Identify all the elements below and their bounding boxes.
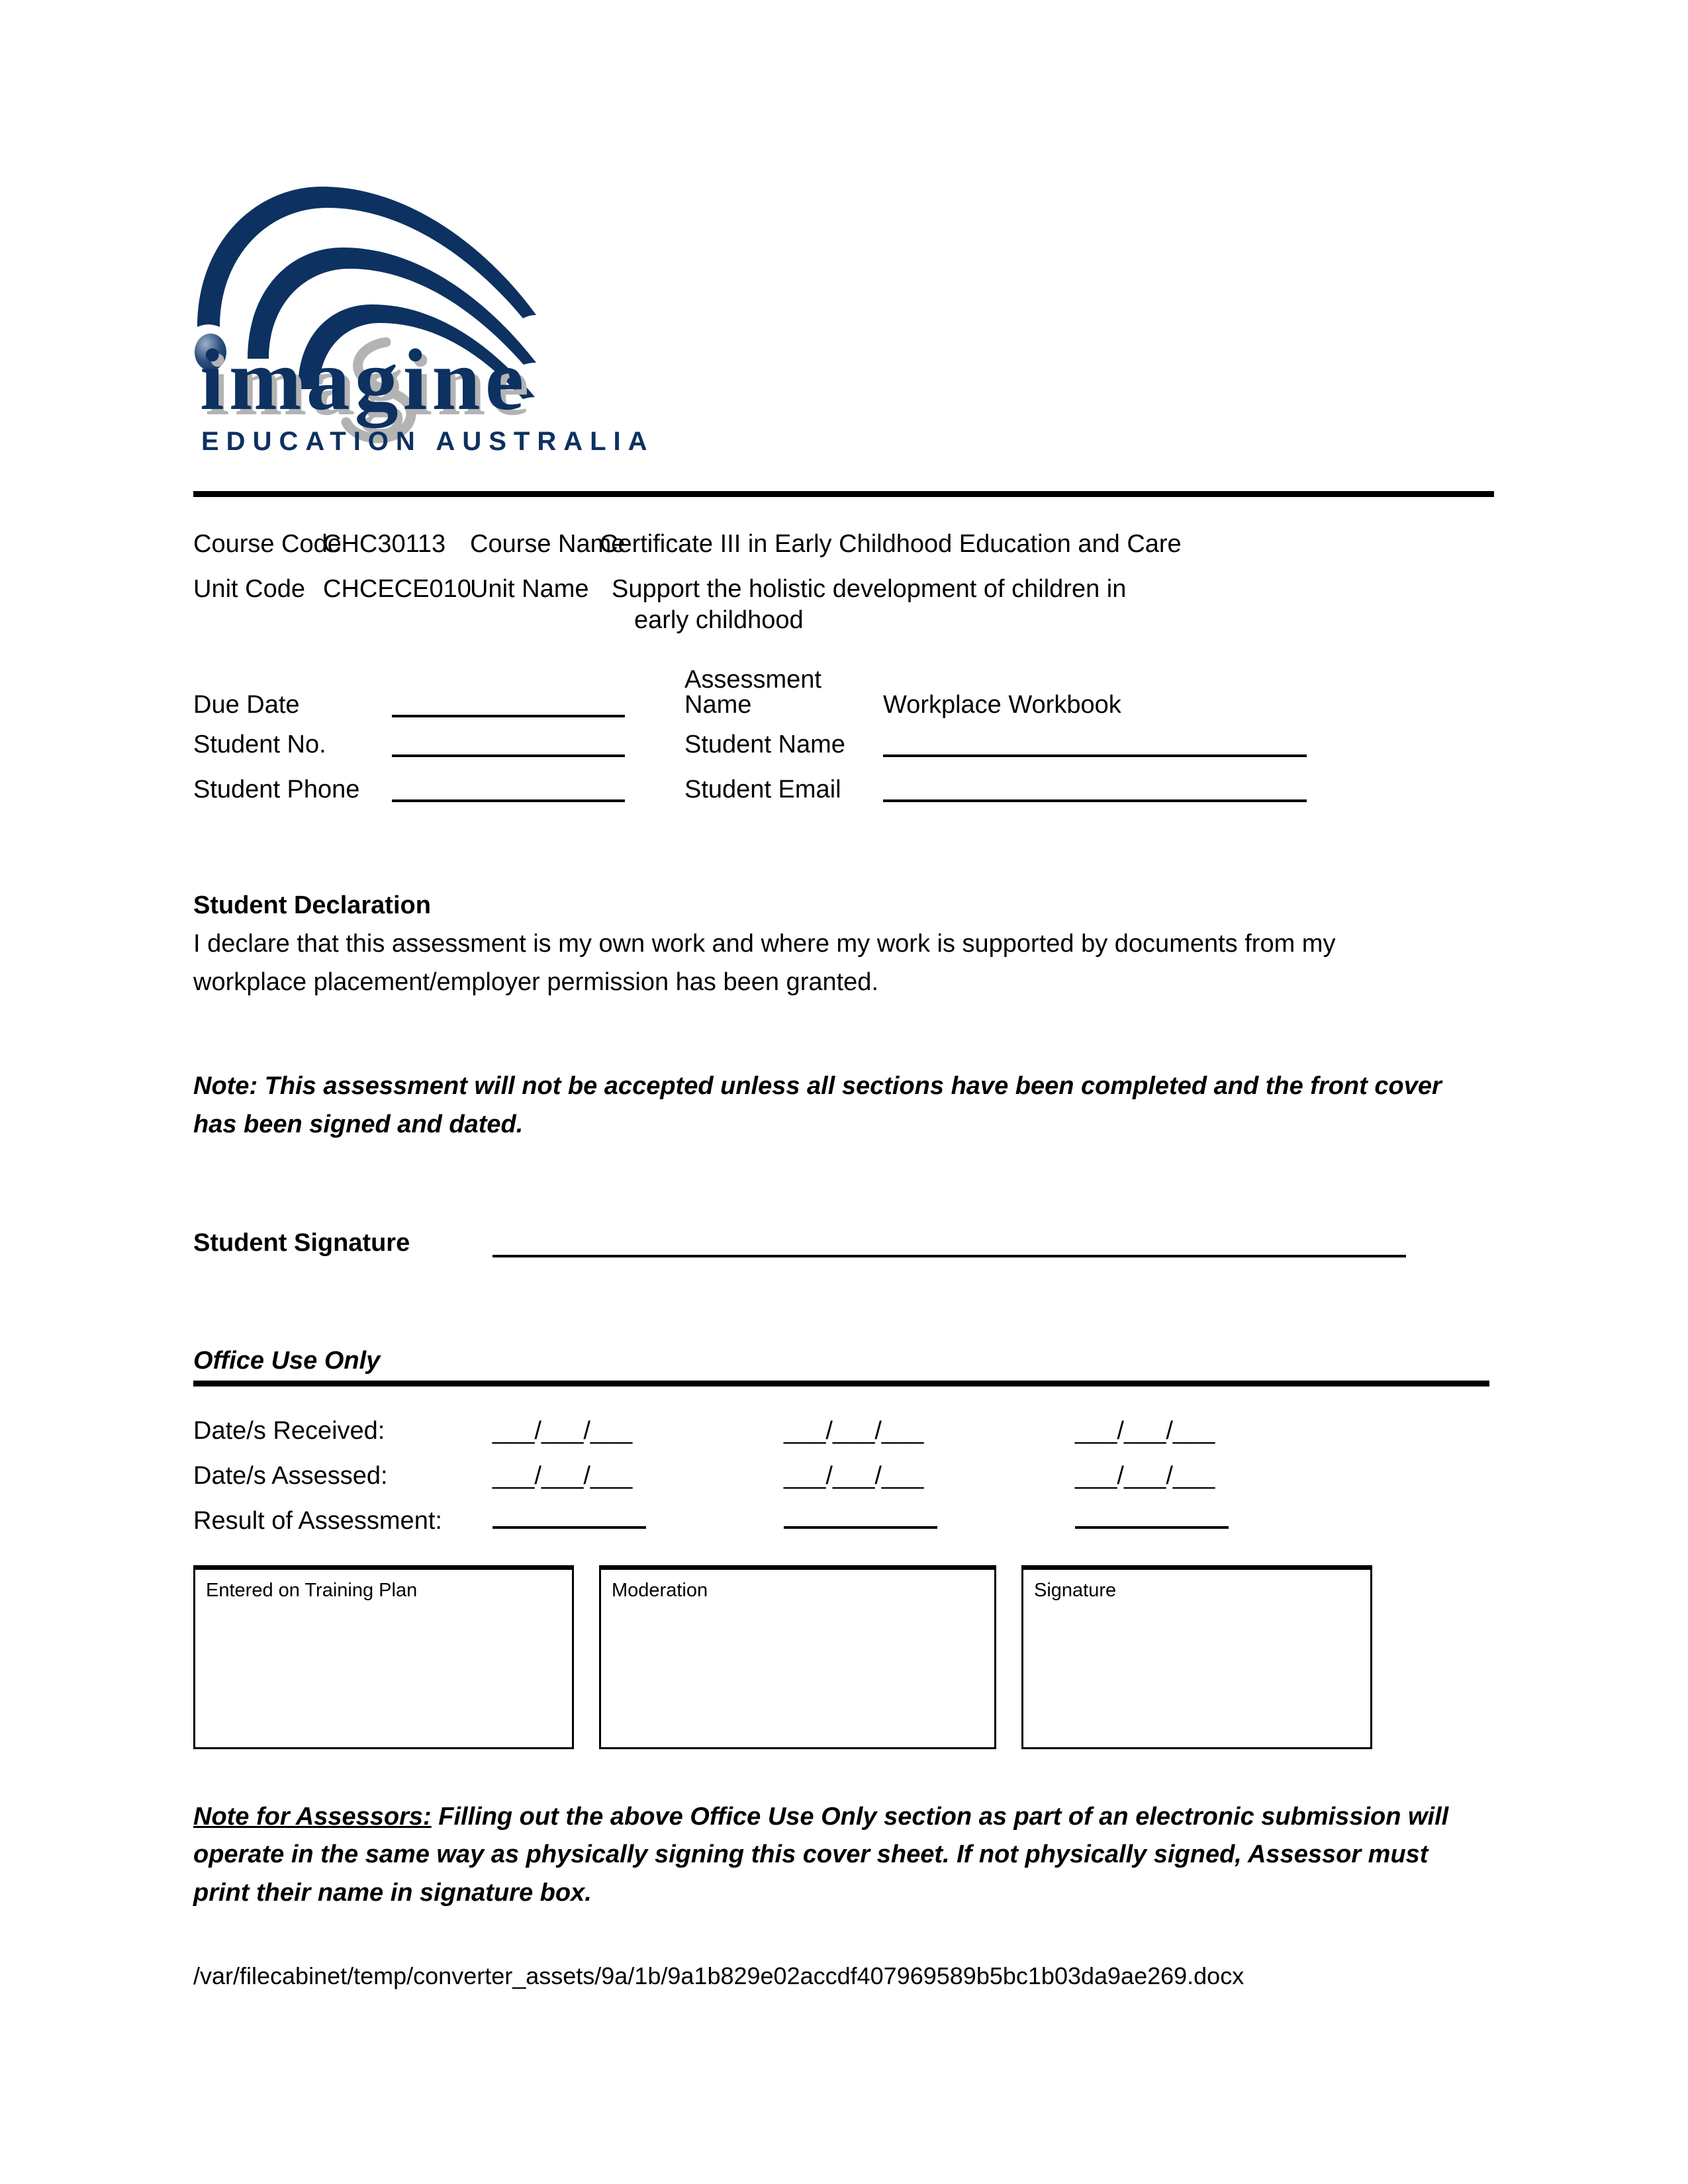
office-use-boxes: Entered on Training Plan Moderation Sign… xyxy=(193,1565,1378,1749)
assessment-note: Note: This assessment will not be accept… xyxy=(193,1072,1442,1139)
result-of-assessment-label: Result of Assessment: xyxy=(193,1506,442,1535)
course-code-label: Course Code xyxy=(193,530,342,558)
moderation-box[interactable]: Moderation xyxy=(599,1565,996,1749)
due-date-input[interactable] xyxy=(392,695,625,718)
entered-on-training-plan-box[interactable]: Entered on Training Plan xyxy=(193,1565,574,1749)
unit-name-line-2: early childhood xyxy=(634,606,804,634)
header-rule xyxy=(193,491,1494,497)
document-page: imagine imagine EDUCATION AUSTRALIA Cour… xyxy=(0,0,1688,2184)
entered-on-training-plan-label: Entered on Training Plan xyxy=(206,1579,418,1601)
student-phone-label: Student Phone xyxy=(193,776,360,804)
course-name-value: Certificate III in Early Childhood Educa… xyxy=(600,530,1182,558)
dates-assessed-label: Date/s Assessed: xyxy=(193,1461,388,1490)
student-email-label: Student Email xyxy=(684,776,841,804)
result-of-assessment-row: Result of Assessment: xyxy=(193,1508,1494,1533)
due-date-label: Due Date xyxy=(193,691,300,719)
student-no-input[interactable] xyxy=(392,735,625,758)
student-declaration-body: I declare that this assessment is my own… xyxy=(193,929,1336,996)
result-field-3[interactable] xyxy=(1075,1512,1229,1529)
unit-name-label: Unit Name xyxy=(470,575,589,604)
assessment-name-value: Workplace Workbook xyxy=(883,691,1121,719)
moderation-label: Moderation xyxy=(612,1579,708,1601)
student-name-label: Student Name xyxy=(684,731,845,759)
unit-code-row: Unit Code CHCECE010 Unit Name Support th… xyxy=(193,574,1494,635)
dates-assessed-row: Date/s Assessed: ___/___/___ ___/___/___… xyxy=(193,1463,1494,1488)
student-no-label: Student No. xyxy=(193,731,326,759)
date-assessed-field-2[interactable]: ___/___/___ xyxy=(784,1462,923,1490)
logo-svg: imagine imagine EDUCATION AUSTRALIA xyxy=(195,187,655,456)
due-date-row: Due Date Assessment Name Workplace Workb… xyxy=(193,666,1494,719)
student-signature-label: Student Signature xyxy=(193,1228,410,1257)
unit-code-value: CHCECE010 xyxy=(323,575,471,604)
unit-name-value: Support the holistic development of chil… xyxy=(600,574,1494,635)
result-field-2[interactable] xyxy=(784,1512,937,1529)
student-signature-input[interactable] xyxy=(492,1238,1406,1257)
logo-wordmark: imagine xyxy=(200,331,528,428)
course-name-label: Course Name xyxy=(470,530,626,558)
logo-tagline: EDUCATION AUSTRALIA xyxy=(201,427,655,456)
student-no-row: Student No. Student Name xyxy=(193,731,1494,759)
date-received-field-2[interactable]: ___/___/___ xyxy=(784,1417,923,1445)
assessor-note: Note for Assessors: Filling out the abov… xyxy=(193,1798,1451,1913)
assessor-note-prefix: Note for Assessors: xyxy=(193,1802,432,1831)
assessment-name-label: Assessment Name xyxy=(684,666,821,719)
student-declaration-heading: Student Declaration xyxy=(193,891,431,920)
student-phone-input[interactable] xyxy=(392,780,625,803)
student-email-input[interactable] xyxy=(883,780,1307,803)
source-file-path: /var/filecabinet/temp/converter_assets/9… xyxy=(193,1962,1244,1989)
course-code-value: CHC30113 xyxy=(323,530,446,558)
date-received-field-1[interactable]: ___/___/___ xyxy=(492,1417,632,1445)
signature-box[interactable]: Signature xyxy=(1021,1565,1372,1749)
date-assessed-field-1[interactable]: ___/___/___ xyxy=(492,1462,632,1490)
dates-received-label: Date/s Received: xyxy=(193,1416,385,1445)
date-received-field-3[interactable]: ___/___/___ xyxy=(1075,1417,1215,1445)
student-signature-row: Student Signature xyxy=(193,1229,1494,1257)
office-use-rule xyxy=(193,1380,1489,1387)
imagine-education-australia-logo: imagine imagine EDUCATION AUSTRALIA xyxy=(192,179,655,457)
cover-sheet-content: Course Code CHC30113 Course Name Certifi… xyxy=(193,491,1494,1990)
dates-received-row: Date/s Received: ___/___/___ ___/___/___… xyxy=(193,1418,1494,1443)
unit-name-line-1: Support the holistic development of chil… xyxy=(612,575,1127,604)
date-assessed-field-3[interactable]: ___/___/___ xyxy=(1075,1462,1215,1490)
student-phone-row: Student Phone Student Email xyxy=(193,776,1494,804)
office-use-heading: Office Use Only xyxy=(193,1346,381,1375)
unit-code-label: Unit Code xyxy=(193,575,305,604)
student-name-input[interactable] xyxy=(883,735,1307,758)
course-code-row: Course Code CHC30113 Course Name Certifi… xyxy=(193,529,1494,559)
result-field-1[interactable] xyxy=(492,1512,646,1529)
signature-box-label: Signature xyxy=(1034,1579,1117,1601)
